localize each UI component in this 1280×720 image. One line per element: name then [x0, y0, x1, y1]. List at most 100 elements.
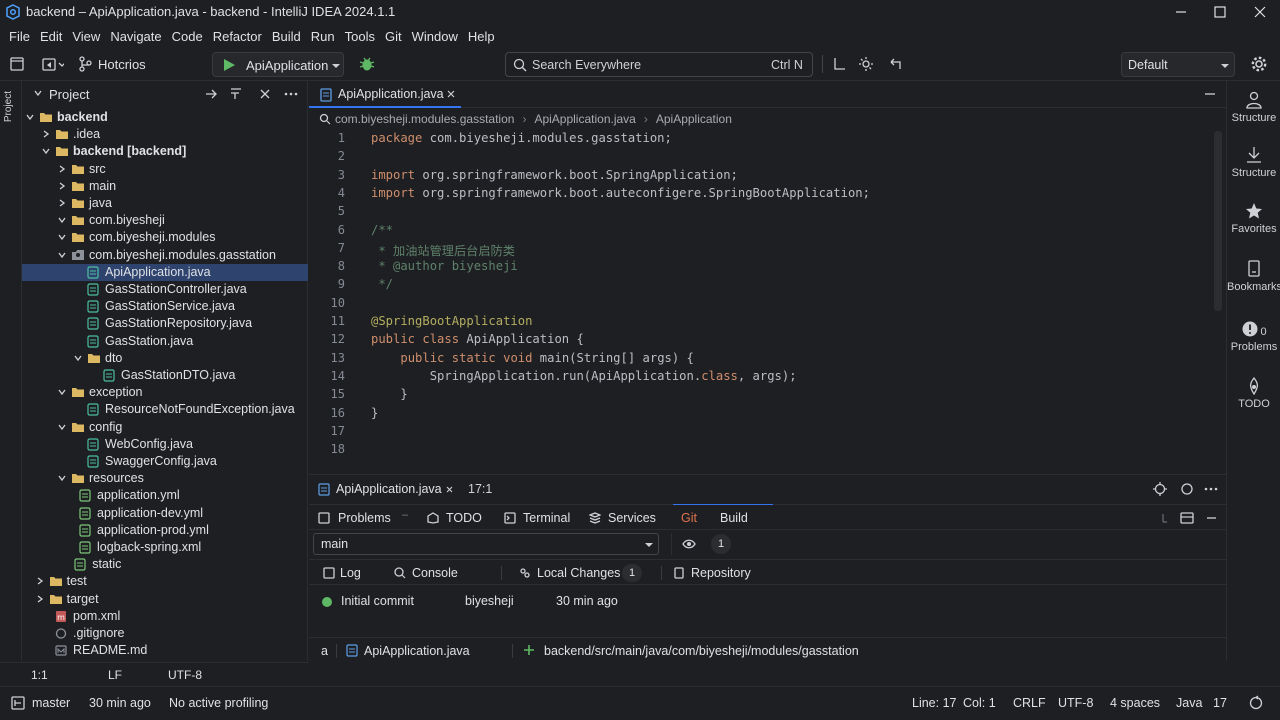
chevron-down-icon[interactable] [58, 251, 66, 259]
line-ending[interactable]: LF [108, 668, 122, 682]
editor-scrollbar[interactable] [1214, 131, 1222, 311]
favorites-tool[interactable]: Favorites [1227, 202, 1280, 235]
breadcrumb-file[interactable]: ApiApplication.java [534, 112, 635, 126]
file-encoding[interactable]: UTF-8 [168, 668, 202, 682]
project-tool-label[interactable]: Project [3, 91, 14, 122]
tab-todo[interactable]: TODO [446, 511, 482, 525]
vcs-icon[interactable] [78, 56, 92, 72]
chevron-right-icon[interactable] [36, 577, 44, 585]
chevron-down-icon[interactable] [26, 113, 34, 121]
minimize-icon[interactable] [1174, 4, 1188, 18]
close-tab-icon[interactable] [447, 90, 455, 98]
chevron-right-icon[interactable] [58, 165, 66, 173]
chevron-down-icon[interactable] [58, 423, 66, 431]
menu-navigate[interactable]: Navigate [105, 29, 166, 44]
close-icon[interactable] [1253, 5, 1267, 19]
status-branch[interactable]: master [32, 696, 70, 710]
chevron-down-icon[interactable] [34, 89, 42, 97]
subtab-local-changes[interactable]: Local Changes [537, 566, 620, 580]
chevron-down-icon[interactable] [58, 388, 66, 396]
tree-item[interactable]: WebConfig.java [22, 436, 308, 453]
debug-icon[interactable] [358, 56, 376, 72]
chevron-down-icon[interactable] [74, 354, 82, 362]
menu-git[interactable]: Git [380, 29, 407, 44]
locate-icon[interactable] [204, 87, 218, 101]
chevron-right-icon[interactable] [42, 130, 50, 138]
minimize-editor-icon[interactable] [1205, 93, 1215, 96]
status-encoding[interactable]: UTF-8 [1058, 696, 1093, 710]
subtab-repository[interactable]: Repository [691, 566, 751, 580]
tree-item[interactable]: GasStationController.java [22, 281, 308, 298]
bookmarks-tool[interactable]: Bookmarks [1227, 260, 1280, 293]
menu-build[interactable]: Build [267, 29, 306, 44]
tree-item[interactable]: logback-spring.xml [22, 539, 308, 556]
run-icon[interactable] [222, 58, 236, 72]
tree-item[interactable]: GasStationService.java [22, 298, 308, 315]
todo-tool[interactable]: TODO [1227, 377, 1280, 410]
caret-position[interactable]: 1:1 [31, 668, 48, 682]
tab-build[interactable]: Build [720, 511, 748, 525]
tree-item[interactable]: ResourceNotFoundException.java [22, 401, 308, 418]
options-icon[interactable] [258, 87, 272, 101]
tree-item[interactable]: backend [22, 109, 308, 126]
breadcrumb-class[interactable]: ApiApplication [656, 112, 732, 126]
code-area[interactable]: 1 2 3 4 5 6 7 8 9 10 11 12 13 14 15 16 17 18 package com.b… [309, 131, 1209, 471]
menu-refactor[interactable]: Refactor [208, 29, 267, 44]
open-folder-icon[interactable] [42, 57, 64, 71]
structure-tool-2[interactable]: Structure [1227, 146, 1280, 179]
changed-file-row[interactable]: a ApiApplication.java backend/src/main/j… [309, 637, 1226, 662]
crosshair-icon[interactable] [1153, 482, 1167, 496]
status-language[interactable]: Java [1176, 696, 1202, 710]
eye-icon[interactable] [682, 537, 696, 551]
profile-selector[interactable]: Default [1121, 52, 1235, 77]
tree-item[interactable]: com.biyesheji.modules [22, 229, 308, 246]
tree-item[interactable]: com.biyesheji.modules.gasstation [22, 247, 308, 264]
more-icon[interactable] [1204, 482, 1218, 496]
tab-terminal[interactable]: Terminal [523, 511, 570, 525]
window-icon[interactable] [1180, 511, 1194, 525]
tree-item[interactable]: SwaggerConfig.java [22, 453, 308, 470]
tree-item[interactable]: exception [22, 384, 308, 401]
tree-item[interactable]: GasStation.java [22, 333, 308, 350]
tree-item[interactable]: main [22, 178, 308, 195]
project-name[interactable]: Hotcrios [98, 57, 146, 72]
structure-tool[interactable]: Structure [1227, 91, 1280, 124]
breadcrumb-package[interactable]: com.biyesheji.modules.gasstation [335, 112, 514, 126]
chevron-down-icon[interactable] [58, 474, 66, 482]
tab-git[interactable]: Git [681, 511, 697, 525]
menu-file[interactable]: File [4, 29, 35, 44]
tree-item[interactable]: java [22, 195, 308, 212]
editor-tab[interactable]: ApiApplication.java [309, 81, 461, 108]
tree-item[interactable]: test [22, 573, 308, 590]
collapse-all-icon[interactable] [229, 87, 243, 101]
tree-item[interactable]: resources [22, 470, 308, 487]
menu-window[interactable]: Window [407, 29, 463, 44]
status-col[interactable]: Col: 1 [963, 696, 996, 710]
close-icon[interactable] [446, 486, 453, 493]
tree-item[interactable]: .gitignore [22, 625, 308, 642]
menu-help[interactable]: Help [463, 29, 500, 44]
settings-sync-icon[interactable] [858, 56, 874, 72]
chevron-down-icon[interactable] [42, 147, 50, 155]
circle-icon[interactable] [1180, 482, 1194, 496]
sync-icon[interactable] [1248, 695, 1264, 711]
minimize-panel-icon[interactable] [1207, 517, 1216, 520]
tree-item[interactable]: GasStationRepository.java [22, 315, 308, 332]
tree-item[interactable]: static [22, 556, 308, 573]
structure-tool-icon[interactable] [833, 57, 847, 71]
tree-item[interactable]: config [22, 419, 308, 436]
tree-item[interactable]: src [22, 161, 308, 178]
tree-item[interactable]: dto [22, 350, 308, 367]
problems-tool[interactable]: 0 Problems [1227, 320, 1280, 353]
search-everywhere-field[interactable]: Search Everywhere Ctrl N [505, 52, 813, 77]
commit-row[interactable]: Initial commit biyesheji 30 min ago [309, 590, 1226, 614]
tree-item[interactable]: .idea [22, 126, 308, 143]
chevron-right-icon[interactable] [58, 199, 66, 207]
status-version[interactable]: 17 [1213, 696, 1227, 710]
branch-selector[interactable]: main [313, 533, 659, 555]
tab-services[interactable]: Services [608, 511, 656, 525]
tree-item[interactable]: GasStationDTO.java [22, 367, 308, 384]
menu-code[interactable]: Code [167, 29, 208, 44]
status-eol[interactable]: CRLF [1013, 696, 1046, 710]
menu-tools[interactable]: Tools [340, 29, 380, 44]
